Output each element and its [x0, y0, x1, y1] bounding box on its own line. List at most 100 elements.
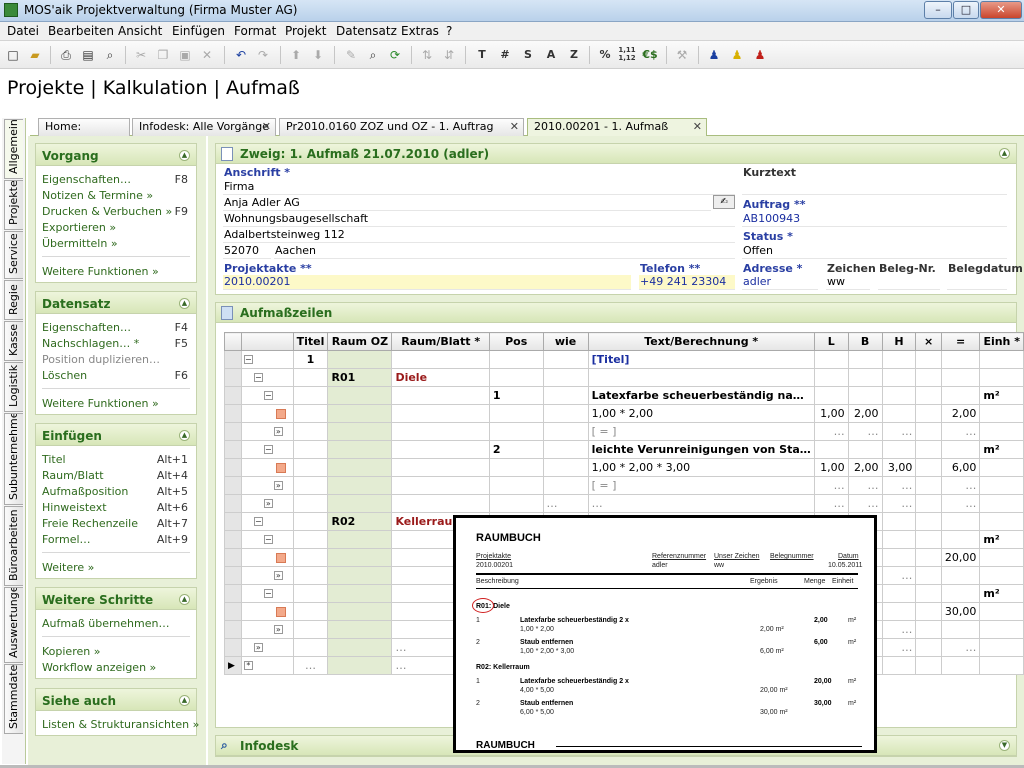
table-cell[interactable]: …	[587, 494, 815, 513]
menu-help[interactable]: ?	[446, 24, 452, 38]
close-button[interactable]: ✕	[980, 1, 1022, 19]
row-selector[interactable]	[224, 530, 242, 549]
user-yellow-icon[interactable]: ♟	[728, 46, 746, 64]
menu-datei[interactable]: Datei	[7, 24, 39, 38]
currency-button[interactable]: €$	[641, 46, 659, 64]
table-cell[interactable]: Latexfarbe scheuerbeständig na…	[587, 386, 815, 405]
table-cell[interactable]	[327, 476, 393, 495]
table-cell[interactable]	[391, 350, 490, 369]
tree-cell[interactable]	[240, 548, 294, 567]
table-cell[interactable]	[292, 620, 329, 639]
insert-hinweis-link[interactable]: Hinweistext	[42, 501, 107, 514]
table-cell[interactable]	[542, 386, 589, 405]
ort-field[interactable]: Aachen	[274, 244, 735, 259]
table-cell[interactable]: 30,00	[940, 602, 981, 621]
table-cell[interactable]	[391, 440, 490, 459]
table-cell[interactable]	[488, 350, 544, 369]
table-cell[interactable]: 1,00	[813, 404, 849, 423]
tree-cell[interactable]: −	[240, 350, 294, 369]
plz-field[interactable]: 52070	[223, 244, 271, 259]
column-header[interactable]: Text/Berechnung *	[587, 332, 815, 351]
eigenschaften-link[interactable]: Eigenschaften…	[42, 173, 131, 186]
table-cell[interactable]	[940, 530, 981, 549]
status-field[interactable]: Offen	[742, 244, 1007, 259]
insert-raum-link[interactable]: Raum/Blatt	[42, 469, 104, 482]
table-cell[interactable]	[881, 530, 917, 549]
table-cell[interactable]	[391, 422, 490, 441]
format-t-button[interactable]: T	[473, 46, 491, 64]
table-row[interactable]: 1,00 * 2,00 * 3,00 1,00 2,00 3,00 6,00	[224, 458, 1024, 477]
row-selector[interactable]	[224, 566, 242, 585]
print-preview-icon[interactable]: ⌕	[101, 46, 119, 64]
menu-projekt[interactable]: Projekt	[285, 24, 326, 38]
table-cell[interactable]	[979, 458, 1024, 477]
collapse-icon[interactable]: ▲	[999, 148, 1010, 159]
table-cell[interactable]	[881, 440, 917, 459]
table-cell[interactable]: …	[881, 476, 917, 495]
table-cell[interactable]	[292, 422, 329, 441]
table-cell[interactable]	[542, 368, 589, 387]
table-cell[interactable]	[979, 566, 1024, 585]
table-cell[interactable]	[847, 368, 883, 387]
insert-rechenzeile-link[interactable]: Freie Rechenzeile	[42, 517, 138, 530]
table-cell[interactable]: …	[881, 620, 917, 639]
table-cell[interactable]: …	[940, 476, 981, 495]
tab-infodesk[interactable]: Infodesk: Alle Vorgänge ✕	[132, 118, 276, 136]
table-cell[interactable]: …	[847, 494, 883, 513]
tree-cell[interactable]: »	[240, 494, 294, 513]
table-row[interactable]: 1,00 * 2,00 1,00 2,00 2,00	[224, 404, 1024, 423]
tab-aufmass[interactable]: 2010.00201 - 1. Aufmaß (adler)✕	[527, 118, 707, 149]
tree-cell[interactable]: »	[240, 422, 294, 441]
table-cell[interactable]	[881, 656, 917, 675]
table-cell[interactable]	[327, 584, 393, 603]
table-cell[interactable]	[915, 656, 942, 675]
table-cell[interactable]: …	[940, 422, 981, 441]
tree-cell[interactable]: *	[240, 656, 294, 675]
collapse-icon[interactable]: ▲	[179, 298, 190, 309]
table-row[interactable]: − R01 Diele	[224, 368, 1024, 387]
collapse-node-icon[interactable]: −	[263, 391, 273, 400]
column-header[interactable]: Einh *	[979, 332, 1024, 351]
redo-icon[interactable]: ↷	[254, 46, 272, 64]
vtab-allgemein[interactable]: Allgemein	[4, 119, 23, 179]
table-cell[interactable]: 2,00	[847, 404, 883, 423]
table-row[interactable]: »[ = ]…………	[224, 422, 1024, 441]
edit-icon[interactable]: ✎	[342, 46, 360, 64]
vtab-projekte[interactable]: Projekte	[4, 180, 23, 230]
table-cell[interactable]: [Titel]	[587, 350, 815, 369]
anschrift-line-1[interactable]: Firma	[223, 180, 735, 195]
table-cell[interactable]	[813, 368, 849, 387]
table-cell[interactable]: 6,00	[940, 458, 981, 477]
vtab-subunternehmer[interactable]: Subunternehmer	[4, 413, 23, 505]
table-cell[interactable]	[292, 530, 329, 549]
table-cell[interactable]	[979, 368, 1024, 387]
table-cell[interactable]: …	[813, 476, 849, 495]
expand-node-icon[interactable]: »	[273, 571, 283, 580]
insert-position-link[interactable]: Aufmaßposition	[42, 485, 128, 498]
table-cell[interactable]: …	[847, 422, 883, 441]
table-cell[interactable]	[940, 368, 981, 387]
table-row[interactable]: »………………	[224, 494, 1024, 513]
paste-icon[interactable]: ▣	[176, 46, 194, 64]
table-cell[interactable]: m²	[979, 584, 1024, 603]
table-cell[interactable]: m²	[979, 440, 1024, 459]
column-header[interactable]: H	[881, 332, 917, 351]
expand-node-icon[interactable]: »	[253, 643, 263, 652]
table-cell[interactable]	[327, 386, 393, 405]
table-cell[interactable]	[327, 620, 393, 639]
table-cell[interactable]: …	[940, 638, 981, 657]
table-cell[interactable]: m²	[979, 386, 1024, 405]
table-cell[interactable]	[327, 602, 393, 621]
row-selector[interactable]	[224, 512, 242, 531]
collapse-icon[interactable]: ▲	[179, 594, 190, 605]
sort-descending-icon[interactable]: ⇵	[440, 46, 458, 64]
belegnr-field[interactable]	[878, 275, 940, 290]
expand-node-icon[interactable]: »	[273, 427, 283, 436]
anschrift-line-3[interactable]: Wohnungsbaugesellschaft	[223, 212, 735, 227]
insert-formel-link[interactable]: Formel…	[42, 533, 91, 546]
format-z-button[interactable]: Z	[565, 46, 583, 64]
table-cell[interactable]: 2	[488, 440, 544, 459]
collapse-node-icon[interactable]: −	[253, 517, 263, 526]
table-cell[interactable]	[915, 512, 942, 531]
lookup-icon[interactable]: ✍	[713, 195, 735, 209]
